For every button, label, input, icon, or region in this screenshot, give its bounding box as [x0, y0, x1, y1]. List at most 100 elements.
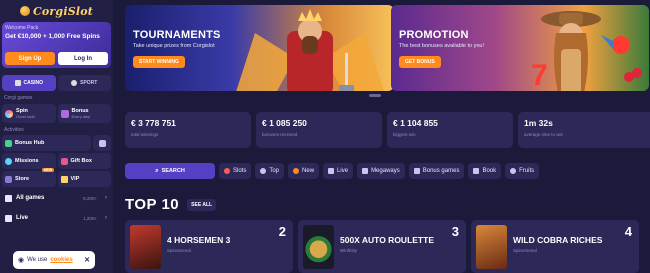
all-games-item[interactable]: All games 6,200+ › [2, 189, 111, 207]
live-item[interactable]: Live 1,200+ › [2, 209, 111, 227]
live-tv-icon [328, 168, 335, 174]
see-all-button[interactable]: SEE ALL [187, 198, 217, 211]
filter-chip-top[interactable]: Top [255, 163, 285, 179]
chip-label: Book [482, 168, 497, 174]
casino-tab-label: CASINO [23, 80, 43, 86]
book-icon [473, 168, 480, 174]
gift-box-item[interactable]: Gift Box [57, 153, 111, 169]
sport-tab[interactable]: SPORT [57, 75, 111, 91]
section-title: TOP 10 [125, 196, 180, 213]
game-rank: 4 [624, 224, 632, 239]
sidebar: CorgiSlot Welcome Pack Get €10,000 + 1,0… [0, 0, 113, 273]
search-button[interactable]: ⌕ SEARCH [125, 163, 215, 179]
banner-title: PROMOTION [399, 29, 469, 41]
logo[interactable]: CorgiSlot [0, 1, 113, 21]
filter-chip-live[interactable]: Live [323, 163, 354, 179]
promotion-banner[interactable]: 7 PROMOTION The best bonuses available t… [391, 5, 649, 91]
store-item[interactable]: Store NEW [2, 168, 56, 187]
bonus-sub: Every day! [71, 114, 91, 119]
missions-item[interactable]: Missions [2, 153, 56, 169]
stat-label: biggest win [393, 132, 416, 137]
banner-title: TOURNAMENTS [133, 29, 221, 41]
filter-chip-fruits[interactable]: Fruits [505, 163, 540, 179]
messages-button[interactable] [93, 135, 111, 151]
game-rank: 2 [278, 224, 286, 239]
welcome-offer: Get €10,000 + 1,000 Free Spins [5, 33, 100, 40]
stat-label: total winnings [131, 132, 159, 137]
stat-card: 1m 32s average time to win [518, 112, 650, 148]
flame-icon [293, 168, 300, 174]
get-bonus-button[interactable]: GET BONUS [399, 55, 441, 68]
filter-chip-megaways[interactable]: Megaways [357, 163, 405, 179]
spin-card[interactable]: Spin Good luck! [2, 104, 56, 123]
start-winning-button[interactable]: START WINNING [133, 55, 185, 68]
stat-label: bonuses received [262, 132, 298, 137]
all-games-label: All games [16, 195, 45, 201]
filter-chip-slots[interactable]: Slots [219, 163, 252, 179]
stat-card: € 1 085 250 bonuses received [256, 112, 382, 148]
filter-chip-new[interactable]: New [288, 163, 320, 179]
game-card[interactable]: 500X AUTO ROULETTE Winfinity 3 [298, 220, 466, 273]
casino-tab[interactable]: CASINO [2, 75, 56, 91]
cookie-banner: ◉ We use cookies ✕ [13, 251, 95, 269]
game-provider: Spinomenal [167, 248, 191, 253]
chip-label: Live [337, 168, 349, 174]
stat-card: € 1 104 855 biggest win [387, 112, 513, 148]
live-tv-icon [5, 214, 12, 222]
top10-games: 4 HORSEMEN 3 Spinomenal 2 500X AUTO ROUL… [125, 220, 639, 273]
search-label: SEARCH [161, 168, 185, 174]
ball-icon [71, 80, 78, 86]
chip-label: Top [269, 168, 280, 174]
game-name: WILD COBRA RICHES [513, 235, 603, 245]
cookies-link[interactable]: cookies [50, 257, 72, 263]
live-label: Live [16, 215, 29, 221]
stats-row: € 3 778 751 total winnings € 1 085 250 b… [125, 112, 650, 148]
chip-label: Bonus games [422, 168, 460, 174]
filter-chip-book[interactable]: Book [468, 163, 502, 179]
log-in-button[interactable]: Log In [58, 52, 108, 65]
game-rank: 3 [451, 224, 459, 239]
new-badge: NEW [42, 168, 55, 172]
stat-value: € 1 085 250 [262, 118, 307, 128]
corgi-logo-icon [19, 6, 30, 16]
cherry-icon [224, 168, 230, 174]
grid-icon [5, 194, 12, 202]
chip-label: Megaways [371, 168, 400, 174]
bonus-card[interactable]: Bonus Every day! [57, 104, 111, 123]
stat-value: 1m 32s [524, 118, 553, 128]
game-card[interactable]: WILD COBRA RICHES Spinomenal 4 [471, 220, 639, 273]
cards-icon [14, 80, 21, 86]
activities-label: Activities [4, 127, 24, 133]
carousel-indicator[interactable] [369, 94, 381, 97]
mail-icon [98, 139, 106, 147]
adventurer-illustration: 7 [531, 11, 642, 91]
fruit-icon [510, 168, 517, 174]
tournaments-banner[interactable]: TOURNAMENTS Take unique prizes from Corg… [125, 5, 394, 91]
stat-label: average time to win [524, 132, 564, 137]
bonus-hub-label: Bonus Hub [15, 140, 45, 146]
welcome-label: Welcome Pack [5, 25, 39, 31]
stat-value: € 3 778 751 [131, 118, 176, 128]
filter-chip-bonus-games[interactable]: Bonus games [408, 163, 465, 179]
bonus-hub-item[interactable]: Bonus Hub [2, 135, 91, 151]
megaways-icon [362, 168, 369, 174]
banner-subtitle: Take unique prizes from Corgislot [133, 43, 215, 49]
corgi-games-label: Corgi games [4, 95, 33, 101]
game-thumbnail [476, 225, 507, 269]
all-games-count: 6,200+ [83, 195, 97, 201]
star-icon [260, 168, 267, 174]
main-content: TOURNAMENTS Take unique prizes from Corg… [113, 0, 650, 273]
vip-item[interactable]: VIP [57, 171, 111, 187]
game-name: 500X AUTO ROULETTE [340, 235, 434, 245]
store-label: Store [15, 176, 30, 182]
banner-subtitle: The best bonuses available to you! [399, 43, 485, 49]
close-icon[interactable]: ✕ [84, 256, 90, 264]
chip-label: New [302, 168, 315, 174]
game-card[interactable]: 4 HORSEMEN 3 Spinomenal 2 [125, 220, 293, 273]
store-icon [5, 175, 12, 183]
crown-icon [60, 175, 68, 183]
gift-icon [60, 109, 69, 118]
wheel-icon [5, 109, 13, 118]
sign-up-button[interactable]: Sign Up [5, 52, 55, 65]
target-icon [5, 157, 12, 165]
